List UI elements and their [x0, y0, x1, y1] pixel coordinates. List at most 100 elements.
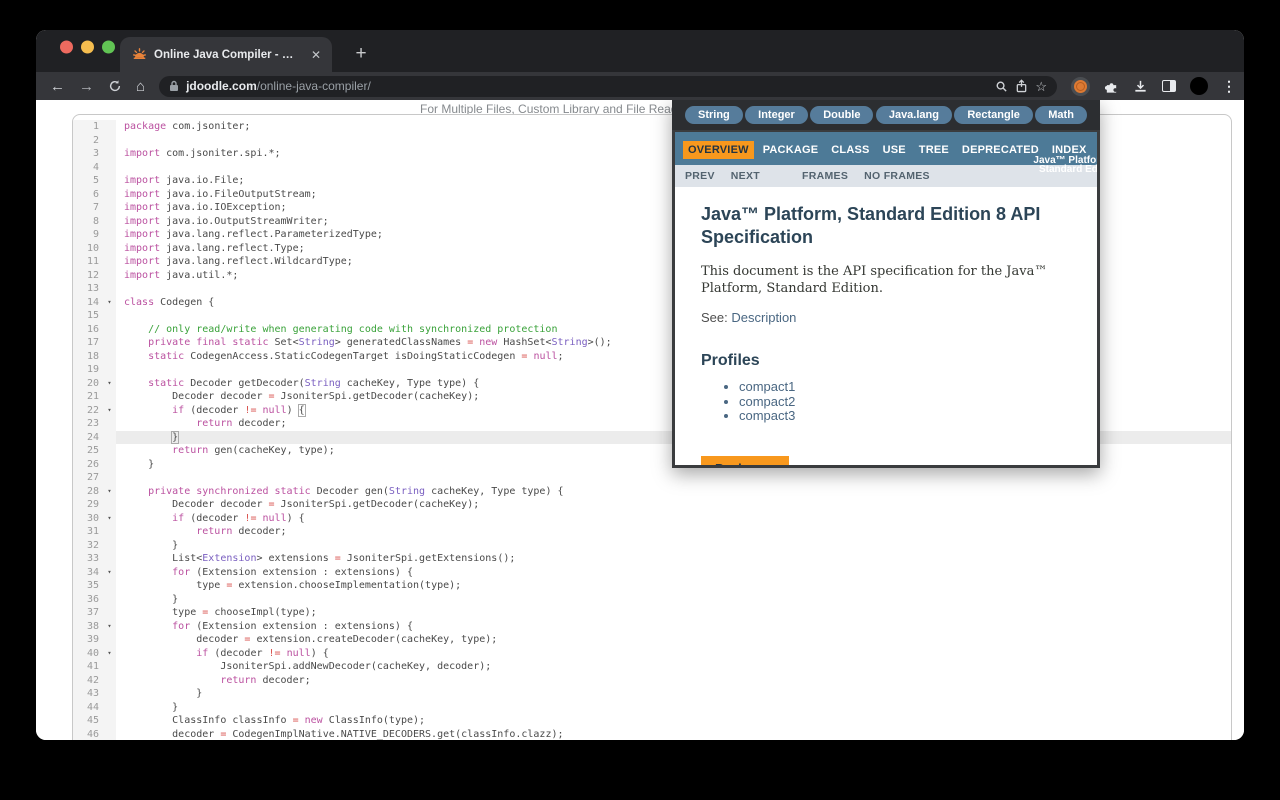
home-icon[interactable]: ⌂: [136, 79, 145, 94]
javadoc-nav-package[interactable]: PACKAGE: [763, 144, 819, 156]
line-number: 19: [73, 363, 103, 377]
code-line-42[interactable]: 42 return decoder;: [73, 673, 1231, 687]
code-line-32[interactable]: 32 }: [73, 538, 1231, 552]
fold-gutter: [103, 241, 116, 255]
javadoc-nav-tree[interactable]: TREE: [919, 144, 949, 156]
fold-arrow-icon[interactable]: ▾: [103, 619, 116, 633]
code-text: }: [124, 539, 179, 551]
javadoc-subnav-no-frames[interactable]: NO FRAMES: [864, 170, 930, 182]
javadoc-subnav-prev[interactable]: PREV: [685, 170, 715, 182]
profile-item: compact3: [739, 408, 1071, 424]
download-icon[interactable]: [1133, 79, 1148, 94]
zoom-window-button[interactable]: [102, 40, 115, 54]
sidebar-icon[interactable]: [1162, 80, 1176, 92]
extension-orange-icon[interactable]: [1071, 76, 1090, 96]
javadoc-nav-deprecated[interactable]: DEPRECATED: [962, 144, 1039, 156]
fold-arrow-icon[interactable]: ▾: [103, 565, 116, 579]
line-number: 1: [73, 120, 103, 134]
profile-link-compact1[interactable]: compact1: [739, 379, 795, 394]
profile-link-compact2[interactable]: compact2: [739, 394, 795, 409]
star-icon[interactable]: ☆: [1035, 79, 1047, 94]
code-line-40[interactable]: 40 ▾ if (decoder != null) {: [73, 646, 1231, 660]
code-line-33[interactable]: 33 List<Extension> extensions = Jsoniter…: [73, 552, 1231, 566]
search-icon[interactable]: [995, 80, 1008, 93]
fold-arrow-icon[interactable]: ▾: [103, 646, 116, 660]
fold-gutter: [103, 133, 116, 147]
fold-gutter: [103, 606, 116, 620]
fold-gutter: [103, 120, 116, 134]
code-line-44[interactable]: 44 }: [73, 700, 1231, 714]
fold-gutter: [103, 498, 116, 512]
fold-gutter: [103, 282, 116, 296]
fold-arrow-icon[interactable]: ▾: [103, 511, 116, 525]
line-number: 20: [73, 376, 103, 390]
javadoc-nav-overview[interactable]: OVERVIEW: [683, 141, 754, 159]
code-line-45[interactable]: 45 ClassInfo classInfo = new ClassInfo(t…: [73, 714, 1231, 728]
tab-close-icon[interactable]: ✕: [308, 47, 324, 63]
code-line-41[interactable]: 41 JsoniterSpi.addNewDecoder(cacheKey, d…: [73, 660, 1231, 674]
code-line-35[interactable]: 35 type = extension.chooseImplementation…: [73, 579, 1231, 593]
pill-java-lang[interactable]: Java.lang: [875, 106, 952, 124]
line-number: 17: [73, 336, 103, 350]
pill-rectangle[interactable]: Rectangle: [954, 106, 1033, 124]
fold-gutter: [103, 444, 116, 458]
browser-toolbar: ← → ⌂ jdoodle.com/online-java-compiler/: [36, 72, 1244, 100]
profile-avatar[interactable]: [1190, 77, 1208, 95]
javadoc-subnav-frames[interactable]: FRAMES: [802, 170, 848, 182]
fold-arrow-icon[interactable]: ▾: [103, 295, 116, 309]
code-line-34[interactable]: 34 ▾ for (Extension extension : extension…: [73, 565, 1231, 579]
forward-icon[interactable]: →: [79, 79, 94, 94]
extensions-puzzle-icon[interactable]: [1104, 79, 1119, 94]
new-tab-button[interactable]: +: [348, 42, 374, 68]
close-window-button[interactable]: [60, 40, 73, 54]
line-number: 8: [73, 214, 103, 228]
back-icon[interactable]: ←: [50, 79, 65, 94]
code-line-46[interactable]: 46 decoder = CodegenImplNative.NATIVE_DE…: [73, 727, 1231, 740]
minimize-window-button[interactable]: [81, 40, 94, 54]
pill-math[interactable]: Math: [1035, 106, 1087, 124]
javadoc-frame: OVERVIEW PACKAGE CLASS USE TREE DEPRECATED IND…: [672, 130, 1100, 468]
fold-gutter: [103, 700, 116, 714]
pill-string[interactable]: String: [685, 106, 743, 124]
code-line-38[interactable]: 38 ▾ for (Extension extension : extension…: [73, 619, 1231, 633]
line-number: 33: [73, 552, 103, 566]
description-link[interactable]: Description: [731, 310, 796, 325]
javadoc-subnav-next[interactable]: NEXT: [731, 170, 760, 182]
line-number: 46: [73, 727, 103, 740]
code-line-29[interactable]: 29 Decoder decoder = JsoniterSpi.getDeco…: [73, 498, 1231, 512]
line-number: 37: [73, 606, 103, 620]
tab-favicon-jdoodle-sun-icon: [132, 47, 147, 62]
fold-arrow-icon[interactable]: ▾: [103, 403, 116, 417]
window-controls: [60, 40, 115, 54]
line-number: 39: [73, 633, 103, 647]
javadoc-nav-use[interactable]: USE: [883, 144, 906, 156]
code-text: private synchronized static Decoder gen(…: [124, 485, 564, 497]
javadoc-title: Java™ Platform, Standard Edition 8 API S…: [701, 204, 1041, 247]
fold-gutter: [103, 309, 116, 323]
code-line-39[interactable]: 39 decoder = extension.createDecoder(cac…: [73, 633, 1231, 647]
browser-tab[interactable]: Online Java Compiler - Online ✕: [120, 37, 332, 72]
pill-double[interactable]: Double: [810, 106, 874, 124]
url-bar[interactable]: jdoodle.com/online-java-compiler/ ☆: [159, 75, 1057, 97]
code-text: for (Extension extension : extensions) {: [124, 620, 413, 632]
code-line-37[interactable]: 37 type = chooseImpl(type);: [73, 606, 1231, 620]
code-line-30[interactable]: 30 ▾ if (decoder != null) {: [73, 511, 1231, 525]
fold-arrow-icon[interactable]: ▾: [103, 484, 116, 498]
code-line-31[interactable]: 31 return decoder;: [73, 525, 1231, 539]
tab-title: Online Java Compiler - Online: [154, 48, 301, 61]
code-line-43[interactable]: 43 }: [73, 687, 1231, 701]
line-number: 21: [73, 390, 103, 404]
menu-icon[interactable]: ⋮: [1222, 78, 1236, 95]
code-line-36[interactable]: 36 }: [73, 592, 1231, 606]
share-icon[interactable]: [1015, 79, 1028, 93]
code-line-27[interactable]: 27: [73, 471, 1231, 485]
javadoc-nav-class[interactable]: CLASS: [831, 144, 869, 156]
line-number: 9: [73, 228, 103, 242]
fold-gutter: [103, 255, 116, 269]
line-number: 44: [73, 700, 103, 714]
fold-arrow-icon[interactable]: ▾: [103, 376, 116, 390]
profile-link-compact3[interactable]: compact3: [739, 408, 795, 423]
pill-integer[interactable]: Integer: [745, 106, 808, 124]
reload-icon[interactable]: [108, 79, 122, 93]
code-line-28[interactable]: 28 ▾ private synchronized static Decoder …: [73, 484, 1231, 498]
